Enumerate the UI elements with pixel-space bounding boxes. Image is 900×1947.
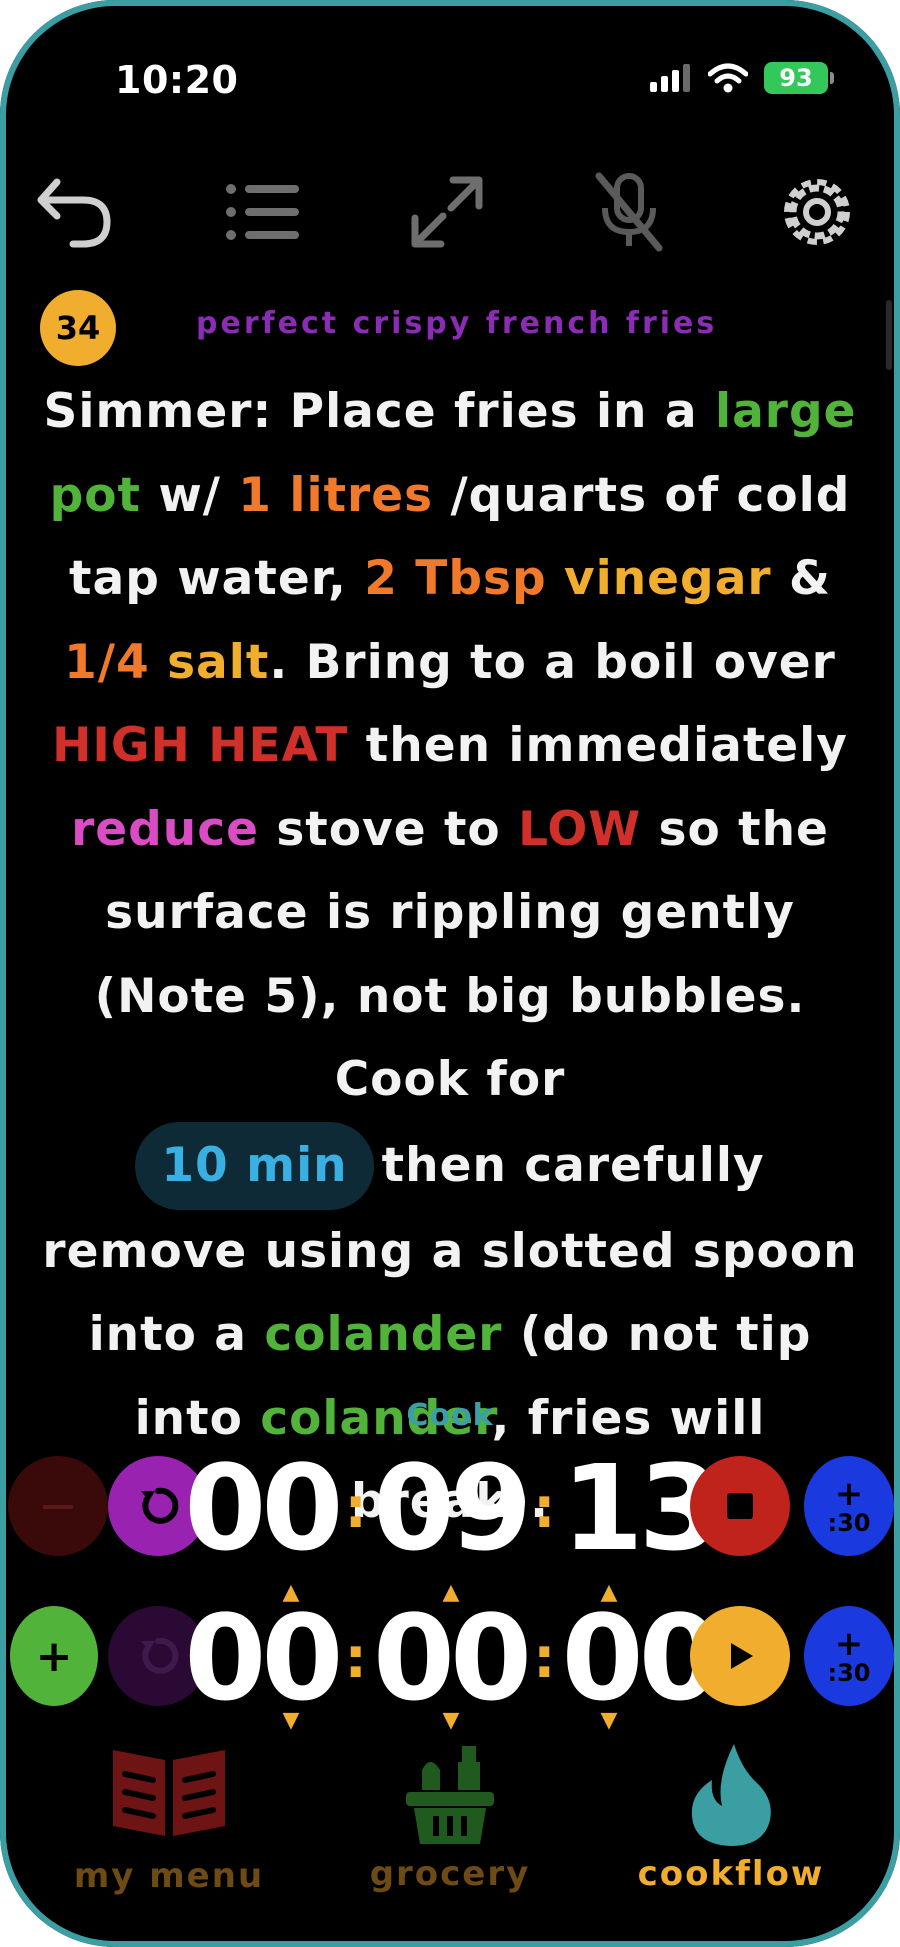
instruction-text: w/ bbox=[140, 467, 239, 523]
status-icons: 93 bbox=[650, 62, 834, 94]
quantity-term[interactable]: 1/4 bbox=[64, 635, 150, 690]
mic-toggle-button[interactable] bbox=[584, 170, 674, 254]
action-term: reduce bbox=[71, 801, 259, 857]
add-timer-button[interactable]: + bbox=[10, 1606, 98, 1706]
reset-icon bbox=[141, 1487, 179, 1524]
status-time: 10:20 bbox=[115, 58, 239, 102]
step-instructions: Simmer: Place fries in a large pot w/ 1 l… bbox=[28, 370, 872, 1544]
back-arrow-icon bbox=[37, 178, 111, 248]
timer-hours[interactable]: 00 bbox=[184, 1589, 343, 1727]
timer-chip[interactable]: 10 min bbox=[135, 1121, 374, 1210]
instruction-text bbox=[547, 551, 564, 606]
list-icon bbox=[226, 184, 299, 240]
recipe-title[interactable]: perfect crispy french fries bbox=[196, 306, 717, 341]
toolbar bbox=[0, 170, 900, 252]
phone-screen: 10:20 93 34 perfect crispy french fries … bbox=[0, 0, 900, 1947]
start-timer-button[interactable] bbox=[690, 1606, 790, 1706]
subtract-time-button[interactable]: − bbox=[8, 1456, 108, 1556]
running-timer-display: 00 : 09 : 13 bbox=[184, 1438, 720, 1578]
back-button[interactable] bbox=[30, 170, 120, 254]
new-timer-row: + 00 : 00 : 00 + :30 bbox=[0, 1589, 900, 1727]
nav-label-cookflow: cookflow bbox=[637, 1854, 825, 1894]
scrollbar[interactable] bbox=[886, 300, 892, 370]
instruction-text bbox=[150, 635, 167, 690]
add-30-label: :30 bbox=[827, 1509, 871, 1537]
add-plus-label: + bbox=[834, 1474, 864, 1514]
wifi-icon bbox=[708, 63, 748, 93]
nav-label-my-menu: my menu bbox=[73, 1856, 265, 1896]
add-30-label: :30 bbox=[827, 1659, 871, 1687]
timer-hours: 00 bbox=[184, 1439, 343, 1577]
hours-down-arrow[interactable]: ▼ bbox=[276, 1708, 306, 1733]
settings-button[interactable] bbox=[772, 170, 862, 254]
play-icon bbox=[731, 1643, 753, 1669]
quantity-term[interactable]: 1 litres bbox=[238, 468, 433, 523]
ingredient-term[interactable]: vinegar bbox=[564, 551, 772, 606]
seconds-down-arrow[interactable]: ▼ bbox=[594, 1708, 624, 1733]
quantity-term[interactable]: 2 Tbsp bbox=[364, 551, 546, 606]
signal-icon bbox=[650, 64, 690, 92]
heat-term: HIGH HEAT bbox=[52, 718, 349, 773]
timer-colon: : bbox=[533, 1625, 556, 1691]
nav-my-menu[interactable]: my menu bbox=[44, 1740, 294, 1896]
heat-term: LOW bbox=[518, 801, 642, 857]
timer-minutes: 09 bbox=[372, 1439, 532, 1577]
expand-button[interactable] bbox=[402, 170, 492, 254]
battery-indicator: 93 bbox=[764, 62, 834, 94]
instruction-text: then immediately bbox=[348, 718, 848, 773]
instruction-text: stove to bbox=[258, 801, 519, 857]
list-button[interactable] bbox=[218, 170, 308, 254]
instruction-text: . Bring to a boil over bbox=[269, 634, 836, 690]
plus-label: + bbox=[35, 1630, 73, 1682]
instruction-text: & bbox=[771, 551, 831, 606]
ingredient-term[interactable]: salt bbox=[167, 635, 269, 690]
battery-level: 93 bbox=[779, 64, 813, 92]
equipment-term[interactable]: colander bbox=[264, 1307, 502, 1362]
expand-icon bbox=[411, 176, 483, 248]
nav-label-grocery: grocery bbox=[369, 1854, 531, 1894]
timer-minutes[interactable]: 00 bbox=[373, 1589, 532, 1727]
flame-icon bbox=[691, 1744, 771, 1846]
timer-label: Cook bbox=[406, 1398, 494, 1433]
book-icon bbox=[113, 1750, 225, 1836]
reset-icon bbox=[141, 1637, 179, 1674]
basket-icon bbox=[406, 1746, 494, 1844]
add-30s-button[interactable]: + :30 bbox=[804, 1456, 894, 1556]
new-timer-display: 00 : 00 : 00 bbox=[184, 1588, 720, 1728]
add-30s-button[interactable]: + :30 bbox=[804, 1606, 894, 1706]
running-timer-row: − 00 : 09 : 13 + :30 bbox=[0, 1439, 900, 1577]
stop-timer-button[interactable] bbox=[690, 1456, 790, 1556]
gear-icon bbox=[784, 179, 850, 245]
mic-off-icon bbox=[595, 172, 663, 252]
nav-cookflow[interactable]: cookflow bbox=[606, 1740, 856, 1894]
stop-icon bbox=[727, 1493, 753, 1519]
instruction-text: Simmer: Place fries in a bbox=[43, 384, 715, 439]
add-plus-label: + bbox=[834, 1624, 864, 1664]
timer-colon: : bbox=[533, 1475, 556, 1541]
minus-label: − bbox=[37, 1478, 79, 1534]
nav-grocery[interactable]: grocery bbox=[325, 1740, 575, 1894]
timer-colon: : bbox=[344, 1625, 367, 1691]
equipment-term[interactable]: pot bbox=[50, 468, 141, 523]
minutes-down-arrow[interactable]: ▼ bbox=[436, 1708, 466, 1733]
equipment-term[interactable]: large bbox=[715, 384, 857, 439]
step-number-badge: 34 bbox=[40, 290, 116, 366]
timer-colon: : bbox=[344, 1475, 367, 1541]
